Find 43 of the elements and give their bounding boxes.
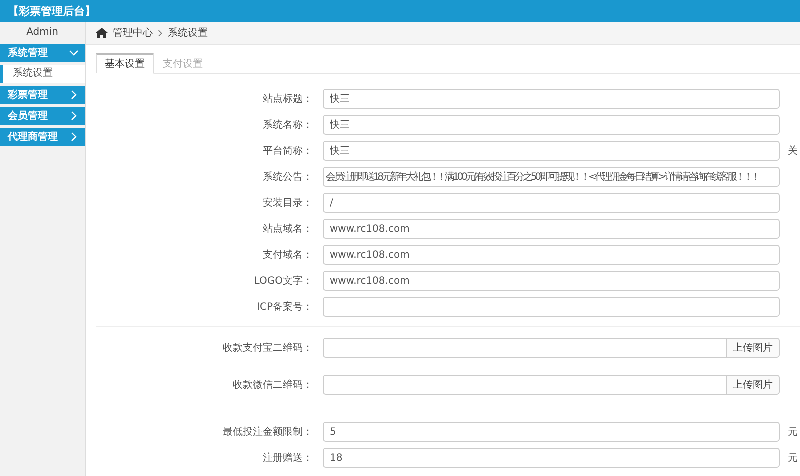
input-field[interactable]: 快三 <box>323 115 780 135</box>
input-field[interactable]: www.rc108.com <box>323 245 780 265</box>
chevron-icon <box>69 48 79 58</box>
user-name: Admin <box>26 26 60 40</box>
chevron-icon <box>158 30 163 36</box>
input-field[interactable]: 18 <box>323 448 780 468</box>
chevron-icon <box>69 90 79 100</box>
chevron-icon <box>69 111 79 121</box>
input-field[interactable] <box>323 338 727 358</box>
field-label: 收款支付宝二维码： <box>222 342 313 355</box>
upload-button[interactable]: 上传图片 <box>727 375 780 395</box>
field-label: LOGO文字： <box>253 274 313 288</box>
tab[interactable]: 基本设置 <box>96 53 154 74</box>
chevron-icon <box>69 132 79 142</box>
input-field[interactable]: 会员注册即送18元新年大礼包！！满100元(有效投注百分之50)即可提现！！<代理佣金每日结算>详情请咨询在线客服！！！ <box>323 167 780 187</box>
input-field[interactable]: www.rc108.com <box>323 271 780 291</box>
field-label: 平台简称： <box>262 144 313 158</box>
field-label: 系统名称： <box>262 118 313 132</box>
upload-button[interactable]: 上传图片 <box>727 338 780 358</box>
unit-label: 关 <box>788 144 798 158</box>
input-field[interactable]: 快三 <box>323 89 780 109</box>
input-field[interactable]: www.rc108.com <box>323 219 780 239</box>
field-label: 收款微信二维码： <box>232 378 313 392</box>
breadcrumb-link[interactable]: 管理中心 <box>113 26 153 40</box>
input-field[interactable] <box>323 375 727 395</box>
field-label: 支付域名： <box>262 248 313 262</box>
input-field[interactable] <box>323 297 780 317</box>
field-label: ICP备案号： <box>256 300 313 314</box>
field-label: 安装目录： <box>262 196 313 210</box>
unit-label: 元 <box>788 426 798 439</box>
field-label: 系统公告： <box>262 170 313 184</box>
input-field[interactable]: 快三 <box>323 141 780 161</box>
field-label: 最低投注金额限制： <box>222 426 313 439</box>
field-label: 站点标题： <box>262 92 313 106</box>
sidebar-item[interactable]: 系统设置 <box>0 65 85 83</box>
input-field[interactable]: / <box>323 193 780 213</box>
input-field[interactable]: 5 <box>323 422 780 442</box>
field-label: 注册赠送： <box>262 452 313 465</box>
breadcrumb-link[interactable]: 系统设置 <box>168 26 208 40</box>
field-label: 站点域名： <box>262 222 313 236</box>
home-icon <box>96 28 108 38</box>
unit-label: 元 <box>788 452 798 465</box>
app-title: 【彩票管理后台】 <box>8 4 96 18</box>
